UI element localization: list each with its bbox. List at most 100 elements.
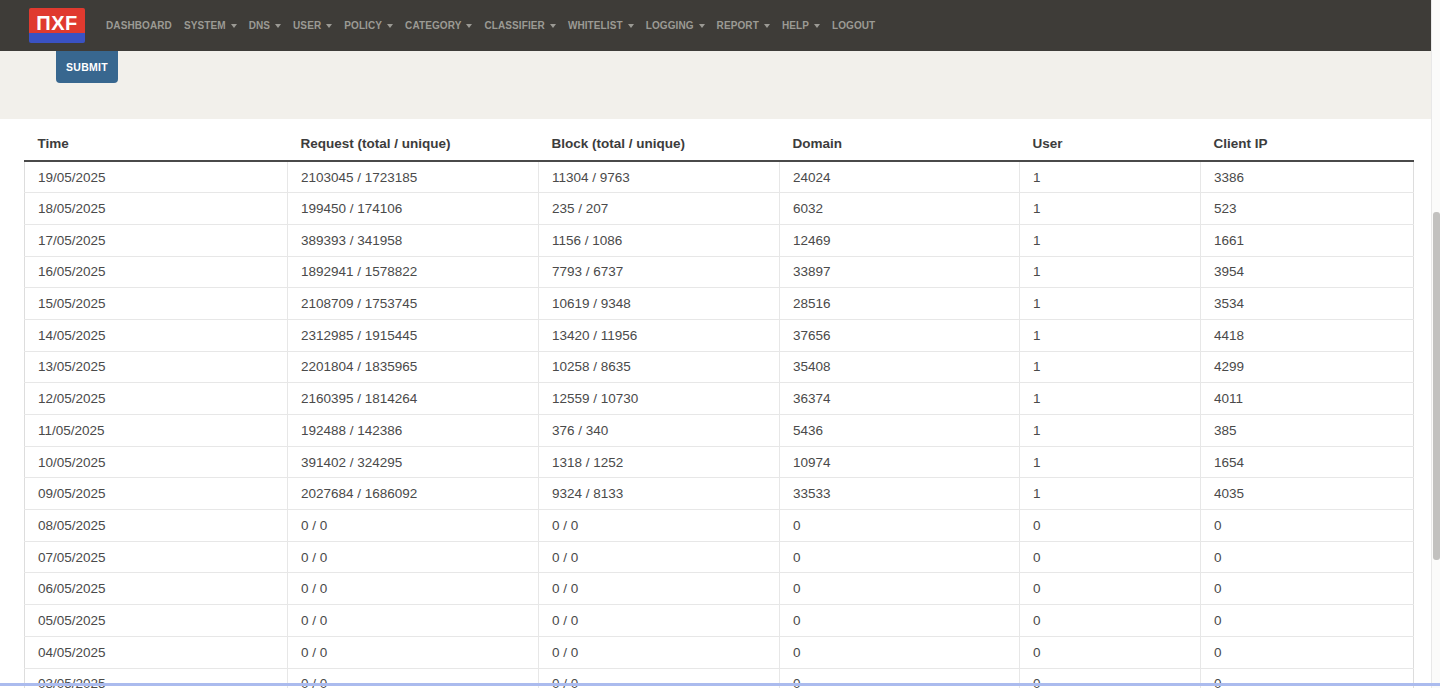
nav-item-logging[interactable]: LOGGING bbox=[640, 20, 711, 31]
nav-item-policy[interactable]: POLICY bbox=[338, 20, 399, 31]
nav-item-whitelist[interactable]: WHITELIST bbox=[562, 20, 640, 31]
chevron-down-icon bbox=[326, 24, 332, 28]
nav-item-dashboard[interactable]: DASHBOARD bbox=[100, 20, 178, 31]
chevron-down-icon bbox=[387, 24, 393, 28]
table-cell: 0 bbox=[1201, 636, 1414, 668]
table-cell: 0 bbox=[780, 636, 1020, 668]
table-cell: 1 bbox=[1020, 319, 1201, 351]
table-cell: 35408 bbox=[780, 351, 1020, 383]
nav-item-label: CLASSIFIER bbox=[484, 20, 544, 31]
nav-item-label: SYSTEM bbox=[184, 20, 226, 31]
nav-item-logout[interactable]: LOGOUT bbox=[826, 20, 881, 31]
scrollbar[interactable] bbox=[1431, 0, 1440, 688]
table-cell: 0 bbox=[780, 510, 1020, 542]
table-row: 16/05/20251892941 / 15788227793 / 673733… bbox=[25, 256, 1414, 288]
nav-item-classifier[interactable]: CLASSIFIER bbox=[478, 20, 561, 31]
table-cell: 0 / 0 bbox=[288, 541, 539, 573]
table-cell: 0 bbox=[1201, 605, 1414, 637]
nav-item-help[interactable]: HELP bbox=[776, 20, 826, 31]
nav-item-dns[interactable]: DNS bbox=[243, 20, 287, 31]
table-cell: 199450 / 174106 bbox=[288, 193, 539, 225]
table-cell: 1 bbox=[1020, 224, 1201, 256]
table-cell: 3386 bbox=[1201, 161, 1414, 193]
table-cell: 1318 / 1252 bbox=[539, 446, 780, 478]
nav-item-label: DNS bbox=[249, 20, 270, 31]
app-logo[interactable]: ΠXF bbox=[29, 8, 85, 43]
table-cell: 1661 bbox=[1201, 224, 1414, 256]
table-cell: 1 bbox=[1020, 193, 1201, 225]
nav-item-label: LOGGING bbox=[646, 20, 694, 31]
table-cell: 28516 bbox=[780, 288, 1020, 320]
table-cell: 05/05/2025 bbox=[25, 605, 288, 637]
navbar: ΠXF DASHBOARD SYSTEM DNS USER POLICY CATEGORY… bbox=[0, 0, 1431, 51]
table-cell: 192488 / 142386 bbox=[288, 415, 539, 447]
table-cell: 18/05/2025 bbox=[25, 193, 288, 225]
table-cell: 36374 bbox=[780, 383, 1020, 415]
table-row: 15/05/20252108709 / 175374510619 / 93482… bbox=[25, 288, 1414, 320]
table-cell: 0 / 0 bbox=[288, 605, 539, 637]
table-cell: 7793 / 6737 bbox=[539, 256, 780, 288]
nav-item-label: LOGOUT bbox=[832, 20, 875, 31]
table-cell: 17/05/2025 bbox=[25, 224, 288, 256]
table-row: 10/05/2025391402 / 3242951318 / 12521097… bbox=[25, 446, 1414, 478]
chevron-down-icon bbox=[814, 24, 820, 28]
nav-item-label: HELP bbox=[782, 20, 809, 31]
nav-menu: DASHBOARD SYSTEM DNS USER POLICY CATEGORY CLAS… bbox=[100, 0, 881, 51]
table-cell: 11/05/2025 bbox=[25, 415, 288, 447]
table-cell: 4418 bbox=[1201, 319, 1414, 351]
table-cell: 24024 bbox=[780, 161, 1020, 193]
nav-item-label: DASHBOARD bbox=[106, 20, 172, 31]
scrollbar-thumb[interactable] bbox=[1433, 212, 1440, 560]
table-cell: 12559 / 10730 bbox=[539, 383, 780, 415]
table-cell: 37656 bbox=[780, 319, 1020, 351]
chevron-down-icon bbox=[628, 24, 634, 28]
table-cell: 0 bbox=[1201, 573, 1414, 605]
table-cell: 19/05/2025 bbox=[25, 161, 288, 193]
chevron-down-icon bbox=[550, 24, 556, 28]
table-cell: 2160395 / 1814264 bbox=[288, 383, 539, 415]
nav-item-label: POLICY bbox=[344, 20, 382, 31]
table-cell: 33897 bbox=[780, 256, 1020, 288]
table-cell: 0 bbox=[1201, 541, 1414, 573]
nav-item-user[interactable]: USER bbox=[287, 20, 338, 31]
nav-item-report[interactable]: REPORT bbox=[711, 20, 776, 31]
chevron-down-icon bbox=[275, 24, 281, 28]
table-cell: 0 bbox=[1201, 510, 1414, 542]
column-header: Domain bbox=[780, 127, 1020, 161]
submit-button[interactable]: SUBMIT bbox=[56, 51, 118, 83]
table-cell: 0 / 0 bbox=[539, 573, 780, 605]
table-cell: 10/05/2025 bbox=[25, 446, 288, 478]
table-cell: 0 bbox=[1020, 636, 1201, 668]
table-cell: 0 bbox=[780, 541, 1020, 573]
table-cell: 2027684 / 1686092 bbox=[288, 478, 539, 510]
table-cell: 0 / 0 bbox=[539, 510, 780, 542]
table-cell: 235 / 207 bbox=[539, 193, 780, 225]
report-table-container: TimeRequest (total / unique)Block (total… bbox=[24, 127, 1413, 688]
table-cell: 1 bbox=[1020, 351, 1201, 383]
column-header: Request (total / unique) bbox=[288, 127, 539, 161]
table-cell: 385 bbox=[1201, 415, 1414, 447]
table-cell: 0 / 0 bbox=[288, 636, 539, 668]
table-cell: 0 bbox=[780, 573, 1020, 605]
table-cell: 4011 bbox=[1201, 383, 1414, 415]
table-cell: 16/05/2025 bbox=[25, 256, 288, 288]
app-logo-text: ΠXF bbox=[36, 8, 78, 39]
table-cell: 09/05/2025 bbox=[25, 478, 288, 510]
table-cell: 1 bbox=[1020, 478, 1201, 510]
table-cell: 0 bbox=[780, 605, 1020, 637]
nav-item-system[interactable]: SYSTEM bbox=[178, 20, 243, 31]
table-cell: 389393 / 341958 bbox=[288, 224, 539, 256]
table-row: 06/05/20250 / 00 / 0000 bbox=[25, 573, 1414, 605]
table-cell: 3534 bbox=[1201, 288, 1414, 320]
table-cell: 1892941 / 1578822 bbox=[288, 256, 539, 288]
nav-item-category[interactable]: CATEGORY bbox=[399, 20, 478, 31]
table-cell: 6032 bbox=[780, 193, 1020, 225]
table-row: 05/05/20250 / 00 / 0000 bbox=[25, 605, 1414, 637]
table-header-row: TimeRequest (total / unique)Block (total… bbox=[25, 127, 1414, 161]
table-row: 11/05/2025192488 / 142386376 / 340543613… bbox=[25, 415, 1414, 447]
table-cell: 1 bbox=[1020, 446, 1201, 478]
table-cell: 1 bbox=[1020, 256, 1201, 288]
nav-item-label: USER bbox=[293, 20, 321, 31]
nav-item-label: CATEGORY bbox=[405, 20, 461, 31]
table-row: 12/05/20252160395 / 181426412559 / 10730… bbox=[25, 383, 1414, 415]
